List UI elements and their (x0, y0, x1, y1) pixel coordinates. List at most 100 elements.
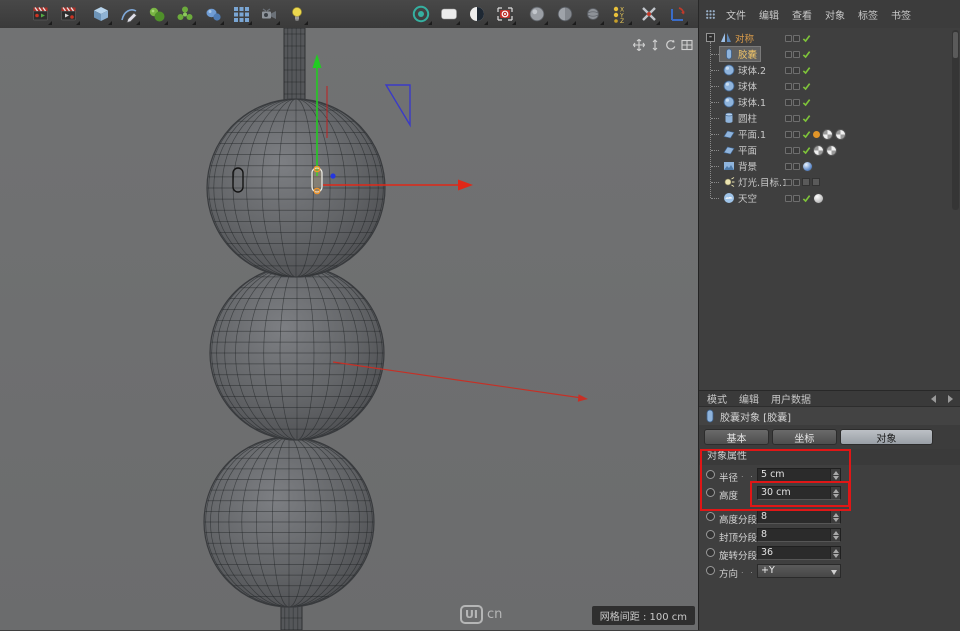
enabled-check-icon[interactable] (802, 146, 811, 155)
enabled-check-icon[interactable] (802, 194, 811, 203)
spinner[interactable] (830, 511, 840, 523)
object-entry-sphere-2[interactable]: 球体.2 (720, 63, 769, 77)
visibility-dots[interactable] (785, 67, 800, 74)
texture-tag[interactable] (813, 145, 824, 156)
object-row-symmetry[interactable]: -对称 (699, 30, 949, 46)
enabled-check-icon[interactable] (802, 98, 811, 107)
spinner[interactable] (830, 469, 840, 481)
object-row-plane[interactable]: 平面 (699, 142, 949, 158)
object-entry-symmetry[interactable]: 对称 (717, 31, 757, 45)
object-row-sky[interactable]: 天空 (699, 190, 949, 206)
visibility-dots[interactable] (785, 51, 800, 58)
spinner[interactable] (830, 547, 840, 559)
am-menu-edit[interactable]: 编辑 (739, 391, 759, 406)
render-region-icon[interactable] (436, 1, 462, 27)
clapperboard-undo-icon[interactable] (28, 1, 54, 27)
visibility-dots[interactable] (785, 179, 800, 186)
object-row-cylinder[interactable]: 圆柱 (699, 110, 949, 126)
om-menu-edit[interactable]: 编辑 (759, 7, 779, 22)
object-entry-sky[interactable]: 天空 (720, 191, 760, 205)
tab-coordinates[interactable]: 坐标 (772, 429, 837, 445)
clapperboard-redo-icon[interactable] (56, 1, 82, 27)
compositing-tag[interactable] (813, 131, 820, 138)
light-bulb-icon[interactable] (284, 1, 310, 27)
height-field[interactable]: 30 cm (757, 486, 841, 500)
viewport-canvas[interactable] (0, 28, 698, 630)
om-menu-objects[interactable]: 对象 (825, 7, 845, 22)
object-entry-sphere[interactable]: 球体 (720, 79, 760, 93)
object-entry-capsule[interactable]: 胶囊 (720, 47, 760, 61)
axis-rotation-icon[interactable] (664, 1, 690, 27)
capsule-selected[interactable] (312, 166, 322, 194)
om-menu-file[interactable]: 文件 (726, 7, 746, 22)
am-menu-mode[interactable]: 模式 (707, 391, 727, 406)
sphere-small-icon[interactable] (580, 1, 606, 27)
enabled-check-icon[interactable] (802, 66, 811, 75)
height-segments-field[interactable]: 8 (757, 510, 841, 524)
keyframe-circle-icon[interactable] (706, 470, 715, 479)
object-row-background[interactable]: 背景 (699, 158, 949, 174)
visibility-dots[interactable] (785, 83, 800, 90)
tab-object[interactable]: 对象 (840, 429, 933, 445)
object-row-capsule[interactable]: 胶囊 (699, 46, 949, 62)
pan-viewport-icon[interactable] (633, 39, 645, 51)
object-entry-plane-1[interactable]: 平面.1 (720, 127, 769, 141)
object-row-sphere[interactable]: 球体 (699, 78, 949, 94)
object-row-sphere-2[interactable]: 球体.2 (699, 62, 949, 78)
nav-back-icon[interactable] (931, 395, 936, 403)
texture-tag[interactable] (826, 145, 837, 156)
nav-forward-icon[interactable] (948, 395, 953, 403)
object-entry-cylinder[interactable]: 圆柱 (720, 111, 760, 125)
visibility-dots[interactable] (785, 131, 800, 138)
sphere-shaded-icon[interactable] (552, 1, 578, 27)
object-entry-plane[interactable]: 平面 (720, 143, 760, 157)
spinner[interactable] (830, 529, 840, 541)
visibility-dots[interactable] (785, 195, 800, 202)
object-entry-background[interactable]: 背景 (720, 159, 760, 173)
keyframe-circle-icon[interactable] (706, 566, 715, 575)
toggle-views-icon[interactable] (681, 39, 693, 51)
cloner-green-icon[interactable] (172, 1, 198, 27)
snap-xyz-icon[interactable]: XYZ (608, 1, 634, 27)
visibility-dots[interactable] (785, 115, 800, 122)
enabled-check-icon[interactable] (802, 130, 811, 139)
expand-toggle-icon[interactable]: - (706, 33, 715, 42)
rotate-viewport-icon[interactable] (665, 39, 677, 51)
om-menu-view[interactable]: 查看 (792, 7, 812, 22)
visibility-dots[interactable] (785, 163, 800, 170)
material-thumbnail[interactable] (813, 193, 824, 204)
array-matrix-icon[interactable] (228, 1, 254, 27)
object-row-light-target-1[interactable]: 灯光.目标.1 (699, 174, 949, 190)
sphere-mesh-bottom[interactable] (204, 437, 374, 607)
object-row-plane-1[interactable]: 平面.1 (699, 126, 949, 142)
rotation-segments-field[interactable]: 36 (757, 546, 841, 560)
keyframe-circle-icon[interactable] (706, 488, 715, 497)
panel-grid-icon[interactable] (705, 9, 716, 20)
enabled-check-icon[interactable] (802, 50, 811, 59)
tab-basic[interactable]: 基本 (704, 429, 769, 445)
section-object-properties[interactable]: 对象属性 (699, 449, 960, 465)
viewport[interactable]: UI cn 网格间距 : 100 cm (0, 28, 698, 630)
om-menu-tags[interactable]: 标签 (858, 7, 878, 22)
tag-square[interactable] (802, 178, 810, 186)
object-entry-light-target-1[interactable]: 灯光.目标.1 (720, 175, 791, 189)
enabled-check-icon[interactable] (802, 82, 811, 91)
keyframe-circle-icon[interactable] (706, 548, 715, 557)
material-thumbnail[interactable] (802, 161, 813, 172)
tag-square[interactable] (812, 178, 820, 186)
render-view-icon[interactable] (408, 1, 434, 27)
zoom-viewport-icon[interactable] (649, 39, 661, 51)
visibility-dots[interactable] (785, 147, 800, 154)
texture-tag[interactable] (822, 129, 833, 140)
texture-tag[interactable] (835, 129, 846, 140)
sphere-primitive-icon[interactable] (524, 1, 550, 27)
spinner[interactable] (830, 487, 840, 499)
object-entry-sphere-1[interactable]: 球体.1 (720, 95, 769, 109)
stage-camera-icon[interactable] (256, 1, 282, 27)
keyframe-circle-icon[interactable] (706, 530, 715, 539)
om-scrollbar[interactable] (952, 30, 959, 210)
render-contrast-icon[interactable] (464, 1, 490, 27)
render-settings-icon[interactable] (492, 1, 518, 27)
om-menu-bookmarks[interactable]: 书签 (891, 7, 911, 22)
keyframe-circle-icon[interactable] (706, 512, 715, 521)
